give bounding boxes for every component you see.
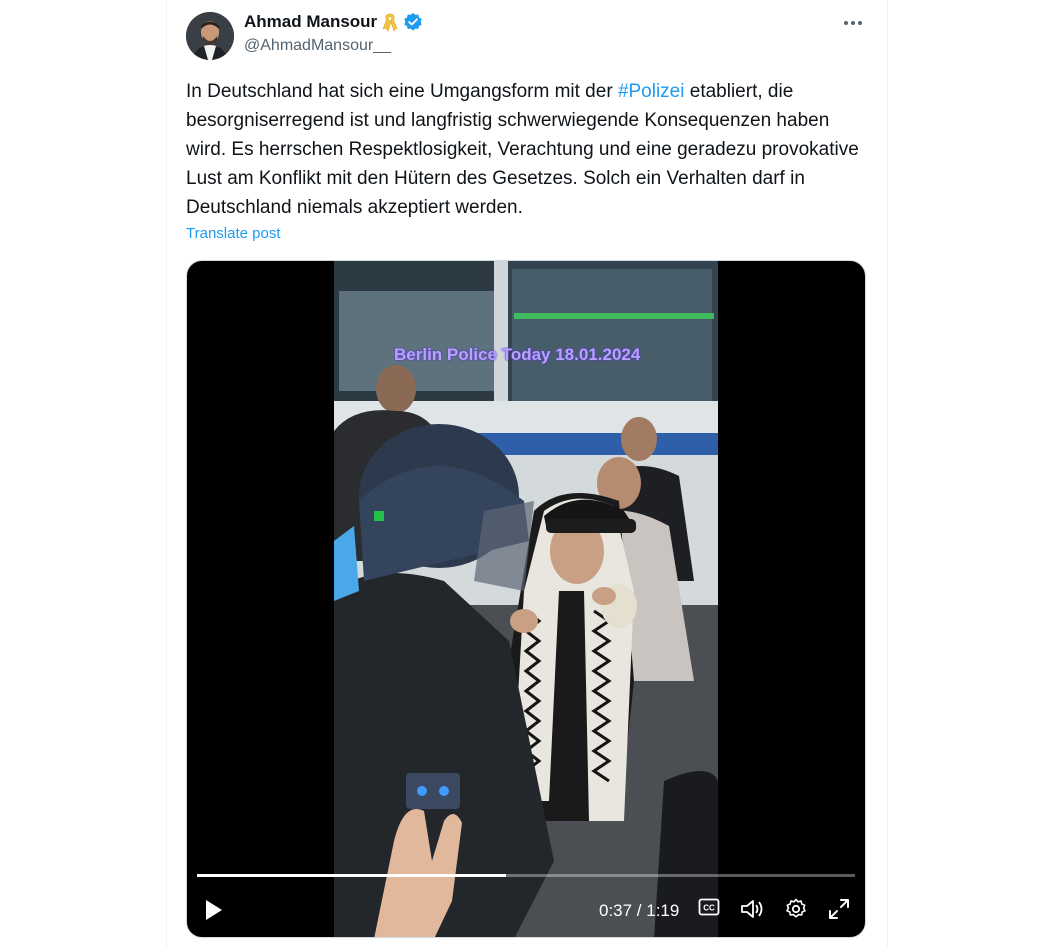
author-handle[interactable]: @AhmadMansour__ (244, 37, 391, 55)
more-options-icon[interactable] (836, 10, 870, 36)
post-text-part-1: In Deutschland hat sich eine Umgangsform… (186, 81, 618, 102)
volume-icon[interactable] (739, 897, 765, 921)
avatar[interactable] (186, 12, 234, 60)
captions-icon[interactable]: CC (698, 897, 720, 917)
video-progress-fill (197, 874, 507, 877)
translate-post-link[interactable]: Translate post (186, 225, 281, 242)
play-icon[interactable] (201, 897, 225, 923)
verified-badge-icon (403, 12, 423, 32)
page: Ahmad Mansour @AhmadMansour__ In Deutsch… (0, 0, 1050, 948)
author-row: Ahmad Mansour (244, 12, 423, 32)
settings-gear-icon[interactable] (784, 897, 808, 921)
svg-text:CC: CC (703, 904, 715, 913)
author-name[interactable]: Ahmad Mansour (244, 12, 377, 32)
video-progress-bar[interactable] (197, 874, 855, 877)
video-controls: 0:37 / 1:19 CC (187, 889, 865, 933)
hashtag-link[interactable]: #Polizei (618, 81, 685, 102)
video-player[interactable]: Berlin Police Today 18.01.2024 0:37 / 1:… (186, 260, 866, 938)
yellow-ribbon-icon (381, 12, 399, 32)
video-frame: Berlin Police Today 18.01.2024 (334, 261, 718, 937)
post-text: In Deutschland hat sich eine Umgangsform… (186, 77, 866, 222)
video-time: 0:37 / 1:19 (599, 901, 680, 920)
video-overlay-caption: Berlin Police Today 18.01.2024 (394, 345, 641, 364)
fullscreen-icon[interactable] (827, 897, 851, 921)
